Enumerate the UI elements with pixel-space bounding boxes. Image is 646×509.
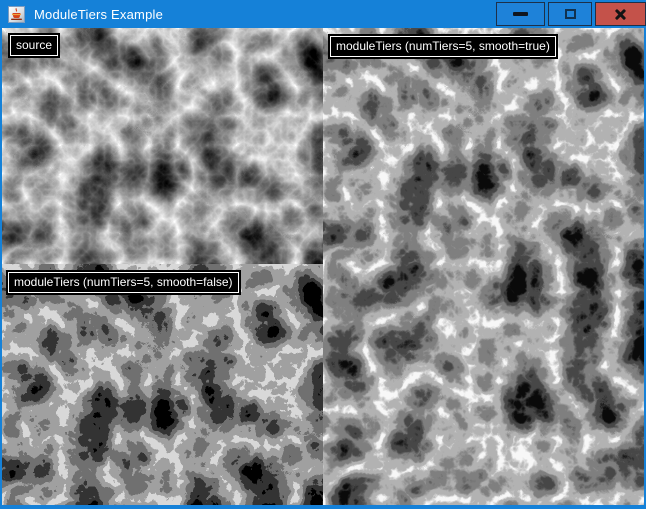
minimize-icon xyxy=(513,12,528,16)
tiers-smooth-noise-image xyxy=(323,28,644,505)
canvas-area: source moduleTiers (numTiers=5, smooth=t… xyxy=(2,28,644,505)
maximize-button[interactable] xyxy=(548,2,592,26)
source-noise-image xyxy=(2,28,323,264)
close-button[interactable] xyxy=(595,2,646,26)
label-source: source xyxy=(10,35,58,56)
panel-tiers-hard: moduleTiers (numTiers=5, smooth=false) xyxy=(2,264,323,505)
java-app-icon xyxy=(8,6,25,23)
tiers-hard-noise-image xyxy=(2,264,323,505)
panel-tiers-smooth: moduleTiers (numTiers=5, smooth=true) xyxy=(323,28,644,505)
app-window: ModuleTiers Example source xyxy=(0,0,646,509)
minimize-button[interactable] xyxy=(496,2,545,26)
panel-source: source xyxy=(2,28,323,264)
window-controls xyxy=(496,2,646,26)
window-title: ModuleTiers Example xyxy=(34,7,163,22)
maximize-icon xyxy=(565,9,576,19)
label-tiers-smooth: moduleTiers (numTiers=5, smooth=true) xyxy=(330,36,556,57)
close-icon xyxy=(614,8,627,21)
label-tiers-hard: moduleTiers (numTiers=5, smooth=false) xyxy=(8,272,239,293)
java-coffee-cup-icon xyxy=(10,8,23,21)
titlebar[interactable]: ModuleTiers Example xyxy=(0,0,646,28)
